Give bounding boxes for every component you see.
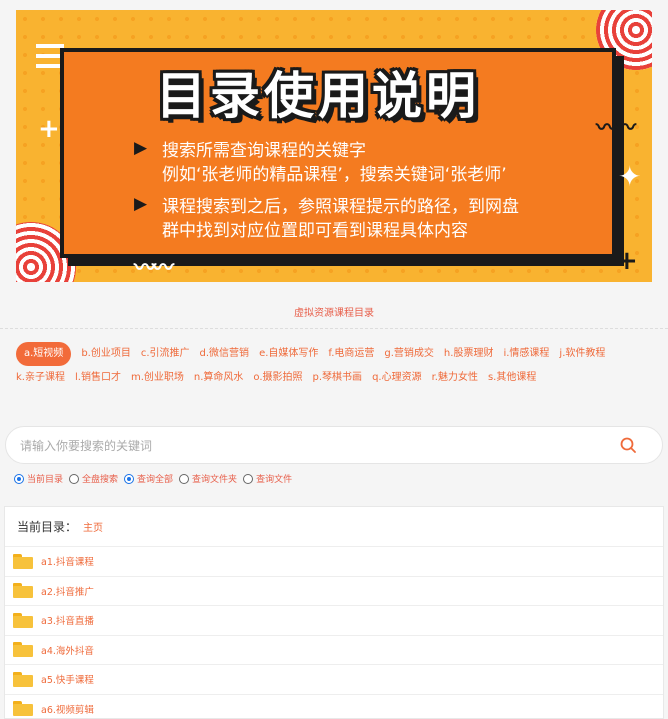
category-item[interactable]: i.情感课程 [503, 342, 549, 366]
category-item[interactable]: m.创业职场 [131, 366, 184, 390]
radio-option[interactable]: 查询全部 [124, 472, 173, 485]
search-input[interactable] [20, 436, 580, 456]
radio-circle-icon[interactable] [124, 473, 135, 484]
folder-row[interactable]: a4.海外抖音 [5, 636, 663, 665]
category-item[interactable]: q.心理资源 [372, 366, 422, 390]
squiggle-decoration: 〰〰 [134, 256, 174, 281]
category-item[interactable]: e.自媒体写作 [259, 342, 318, 366]
banner-title: 目录使用说明 [156, 67, 480, 125]
radio-option[interactable]: 全盘搜索 [69, 472, 118, 485]
category-item[interactable]: o.摄影拍照 [253, 366, 302, 390]
breadcrumb-label: 当前目录： [17, 520, 78, 534]
folder-row[interactable]: a6.视频剪辑 [5, 695, 663, 719]
play-bullet-icon: ▶ [134, 194, 148, 214]
category-item[interactable]: s.其他课程 [488, 366, 536, 390]
search-icon[interactable] [620, 437, 636, 453]
folder-icon [13, 612, 33, 628]
folder-icon [13, 671, 33, 687]
breadcrumb: 当前目录： 主页 [5, 507, 663, 547]
radio-label: 全盘搜索 [82, 475, 119, 485]
plus-decoration: + [616, 246, 638, 276]
category-item[interactable]: a.短视频 [16, 342, 72, 366]
radio-label: 查询文件夹 [192, 475, 238, 485]
folder-icon [13, 583, 33, 599]
banner-line-2: 例如‘张老师的精品课程’，搜索关键词‘张老师’ [162, 165, 507, 185]
folder-link[interactable]: a5.快手课程 [41, 672, 94, 686]
dashed-divider [0, 328, 668, 329]
category-item[interactable]: g.营销成交 [384, 342, 434, 366]
radio-label: 查询文件 [256, 475, 293, 485]
category-item[interactable]: p.琴棋书画 [313, 366, 363, 390]
banner-line-1: 搜索所需查询课程的关键字 [162, 141, 366, 161]
directory-panel: 当前目录： 主页 a1.抖音课程 a2.抖音推广 a3.抖音直播 a4.海外抖音 a5.… [4, 506, 664, 719]
category-item[interactable]: b.创业项目 [81, 342, 131, 366]
breadcrumb-home-link[interactable]: 主页 [83, 519, 103, 534]
radio-circle-icon[interactable] [14, 473, 24, 484]
radio-circle-icon[interactable] [69, 473, 80, 484]
folder-link[interactable]: a2.抖音推广 [41, 584, 94, 598]
folder-link[interactable]: a1.抖音课程 [41, 554, 94, 568]
category-item[interactable]: d.微信营销 [200, 342, 250, 366]
category-item[interactable]: n.算命风水 [194, 366, 244, 390]
category-item[interactable]: c.引流推广 [141, 342, 190, 366]
search-bar [5, 426, 663, 464]
category-item[interactable]: j.软件教程 [559, 342, 605, 366]
search-options: 当前目录 全盘搜索 查询全部 查询文件夹 查询文件 [14, 472, 298, 485]
radio-option[interactable]: 当前目录 [14, 472, 63, 485]
folder-icon [13, 553, 33, 569]
folder-row[interactable]: a1.抖音课程 [5, 547, 663, 577]
banner-line-4: 群中找到对应位置即可看到课程具体内容 [162, 221, 468, 241]
category-item[interactable]: k.亲子课程 [16, 366, 65, 390]
radio-label: 当前目录 [27, 475, 64, 485]
folder-icon [13, 642, 33, 658]
radio-circle-icon[interactable] [243, 473, 254, 484]
radio-option[interactable]: 查询文件夹 [179, 472, 237, 485]
radio-option[interactable]: 查询文件 [243, 472, 292, 485]
folder-row[interactable]: a3.抖音直播 [5, 606, 663, 636]
folder-row[interactable]: a2.抖音推广 [5, 577, 663, 606]
squiggle-decoration: 〰〰 [596, 116, 636, 141]
radio-circle-icon[interactable] [179, 473, 190, 484]
folder-list: a1.抖音课程 a2.抖音推广 a3.抖音直播 a4.海外抖音 a5.快手课程 a6.视频… [5, 547, 663, 719]
folder-row[interactable]: a5.快手课程 [5, 665, 663, 695]
plus-decoration: + [38, 114, 60, 144]
sparkle-decoration: ✦ [618, 160, 642, 193]
folder-icon [13, 701, 33, 717]
banner-image: 目录使用说明 ▶ 搜索所需查询课程的关键字 例如‘张老师的精品课程’，搜索关键词… [16, 10, 652, 282]
category-item[interactable]: h.股票理财 [444, 342, 494, 366]
play-bullet-icon: ▶ [134, 138, 148, 158]
banner-line-3: 课程搜索到之后，参照课程提示的路径，到网盘 [162, 197, 519, 217]
folder-link[interactable]: a3.抖音直播 [41, 613, 94, 627]
radio-label: 查询全部 [137, 475, 174, 485]
directory-title: 虚拟资源课程目录 [294, 308, 374, 319]
category-list: a.短视频 b.创业项目 c.引流推广 d.微信营销 e.自媒体写作 f.电商运营 g.营销… [16, 342, 656, 390]
category-item[interactable]: l.销售口才 [75, 366, 121, 390]
category-item[interactable]: f.电商运营 [328, 342, 374, 366]
category-item[interactable]: r.魅力女性 [432, 366, 478, 390]
folder-link[interactable]: a4.海外抖音 [41, 643, 94, 657]
folder-link[interactable]: a6.视频剪辑 [41, 702, 94, 716]
